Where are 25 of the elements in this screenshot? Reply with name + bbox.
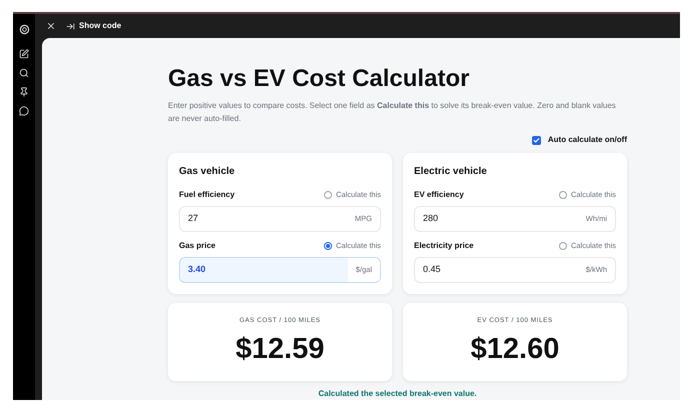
show-code-button[interactable]: Show code xyxy=(66,20,122,32)
field-label: Electricity price xyxy=(414,240,474,252)
field-label: Gas price xyxy=(179,240,216,252)
page-title: Gas vs EV Cost Calculator xyxy=(168,64,470,94)
card-title: Gas vehicle xyxy=(179,165,236,179)
search-icon[interactable] xyxy=(19,68,29,78)
check-icon xyxy=(532,136,540,144)
chat-bubble-icon[interactable] xyxy=(19,106,29,116)
card-title: Electric vehicle xyxy=(414,165,488,179)
field-value: 280 xyxy=(422,212,440,226)
pin-icon[interactable] xyxy=(19,87,29,97)
field-value: 27 xyxy=(187,212,200,226)
field-value: 3.40 xyxy=(187,263,207,276)
field-label: EV efficiency xyxy=(414,189,464,201)
auto-calculate-checkbox[interactable]: Auto calculate on/off xyxy=(532,134,627,146)
close-icon[interactable] xyxy=(46,21,56,31)
intro-text: Enter positive values to compare costs. Select one field as Calculate this to solve its break-even value. Zero and blank values are never auto-filled. xyxy=(168,100,617,125)
logo-icon[interactable] xyxy=(18,24,30,35)
status-message: Calculated the selected break-even value. xyxy=(317,388,478,400)
field-value: 0.45 xyxy=(422,263,442,276)
result-value: $12.59 xyxy=(236,332,324,366)
arrow-to-line-icon xyxy=(66,22,75,30)
field-label: Fuel efficiency xyxy=(179,189,235,201)
result-value: $12.60 xyxy=(470,332,560,366)
new-chat-icon[interactable] xyxy=(19,49,29,59)
